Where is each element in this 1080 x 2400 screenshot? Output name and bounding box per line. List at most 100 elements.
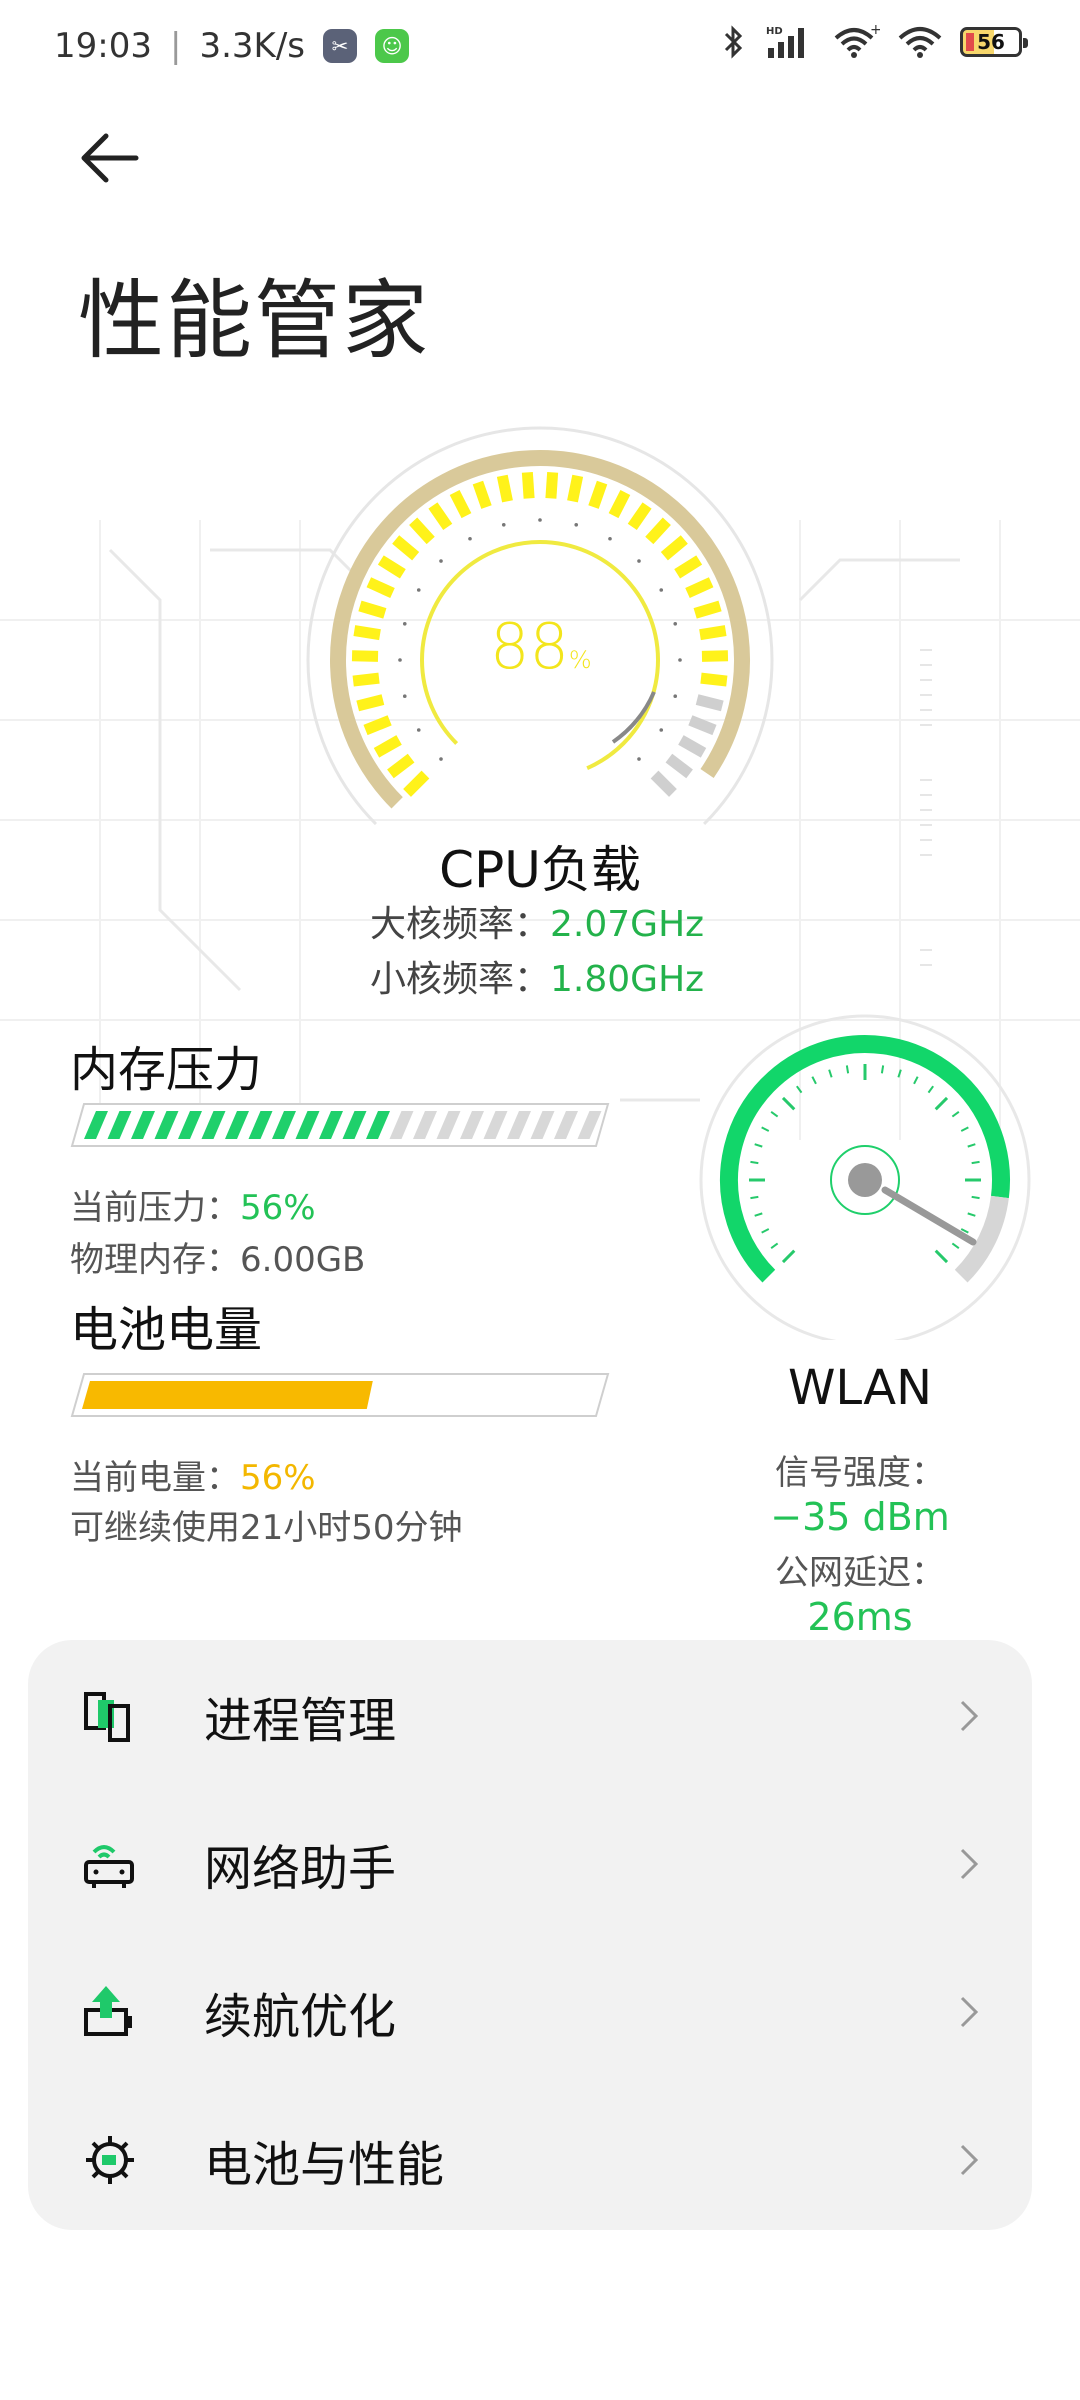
physical-memory-value: 6.00GB — [240, 1240, 366, 1280]
wlan-gauge-tick — [754, 1212, 763, 1217]
cpu-gauge-segment — [377, 555, 406, 579]
menu-item-label: 电池与性能 — [204, 2137, 445, 2193]
android-notification-icon: ☺ — [375, 29, 409, 63]
wlan-gauge-tick — [750, 1160, 759, 1165]
menu-item-process-management[interactable]: 进程管理 — [28, 1642, 1032, 1790]
status-right: HD + 56 — [722, 24, 1028, 60]
latency-label: 公网延迟： — [775, 1553, 945, 1593]
cpu-gauge-segment — [356, 694, 385, 712]
cpu-gauge-dot — [416, 588, 421, 592]
cpu-gauge-segment — [373, 735, 402, 758]
cpu-gauge-segment — [403, 770, 430, 797]
wlan-gauge-tick — [927, 1085, 934, 1094]
wlan-gauge-tick — [951, 1111, 960, 1118]
cpu-gauge-segment — [428, 502, 453, 530]
menu-item-endurance-optimization[interactable]: 续航优化 — [28, 1938, 1032, 2086]
cpu-gauge-segment — [660, 535, 688, 561]
battery-level-label: 当前电量： — [70, 1458, 240, 1498]
cpu-gauge-segment — [545, 472, 559, 499]
cpu-gauge-segment — [695, 694, 724, 712]
memory-pressure-title: 内存压力 — [70, 1042, 263, 1098]
cpu-gauge-dot — [439, 559, 443, 563]
latency-value: 26ms — [807, 1595, 913, 1639]
menu-item-label: 续航优化 — [204, 1989, 397, 2045]
wlan-gauge-tick — [754, 1143, 763, 1148]
cpu-gauge-dot — [678, 658, 682, 662]
cpu-gauge-segment — [358, 600, 387, 619]
wlan-gauge-tick — [781, 1096, 796, 1111]
cpu-gauge-dot — [608, 536, 612, 541]
chevron-right-icon — [960, 1996, 979, 2028]
cpu-gauge-segment — [352, 672, 380, 687]
big-core-value: 2.07GHz — [550, 904, 705, 945]
tools-menu-card: 进程管理 网络助手 续航优化 电池与性能 — [28, 1640, 1032, 2230]
cpu-gauge-segment — [472, 480, 492, 509]
status-left: 19:03 | 3.3K/s ✂ ☺ — [54, 26, 409, 66]
wlan-gauge-tick — [781, 1249, 796, 1264]
cpu-gauge-segment — [627, 502, 652, 530]
wifi-icon — [898, 27, 942, 58]
cpu-gauge-dot — [402, 694, 407, 699]
cpu-gauge-segment — [699, 625, 727, 641]
cpu-gauge-dot — [439, 757, 443, 761]
menu-item-battery-performance[interactable]: 电池与性能 — [28, 2086, 1032, 2234]
cpu-gauge-segment — [387, 753, 415, 779]
cpu-gauge-segment — [674, 555, 703, 579]
page-title: 性能管家 — [78, 271, 430, 371]
wlan-gauge-tick — [934, 1249, 949, 1264]
wlan-gauge-tick — [845, 1065, 850, 1074]
wlan-gauge-tick — [770, 1111, 779, 1118]
battery-boost-icon — [84, 1986, 132, 2036]
wifi-plus-icon: + — [834, 24, 880, 58]
bluetooth-icon — [724, 25, 743, 59]
cpu-gauge-dot — [637, 559, 641, 563]
wlan-gauge-tick — [811, 1076, 817, 1085]
cpu-gauge-segment — [665, 753, 693, 779]
signal-strength-value: −35 dBm — [770, 1495, 950, 1539]
app-notification-icon: ✂ — [323, 29, 357, 63]
small-core-frequency: 小核频率：1.80GHz — [370, 950, 704, 1002]
cpu-gauge-segment — [363, 715, 392, 736]
cpu-gauge-segment — [693, 600, 722, 619]
cpu-gauge-segment — [700, 672, 728, 687]
gear-icon — [86, 2136, 134, 2184]
wlan-gauge-tick — [750, 1195, 759, 1200]
battery-level-title: 电池电量 — [70, 1302, 263, 1358]
battery-status-icon: 56 — [960, 27, 1028, 57]
cpu-gauge-dot — [468, 536, 472, 541]
cpu-gauge-segment — [567, 474, 584, 503]
small-core-label: 小核频率： — [370, 959, 551, 1000]
cpu-gauge-segment — [650, 770, 677, 797]
wlan-gauge-tick — [951, 1242, 960, 1249]
battery-level-fill — [82, 1381, 373, 1409]
wlan-gauge-tick — [971, 1195, 980, 1200]
wlan-gauge-tick — [770, 1242, 779, 1249]
wlan-gauge-tick — [971, 1160, 980, 1165]
cpu-gauge-segment — [678, 735, 707, 758]
cpu-gauge-segment — [645, 517, 671, 545]
cpu-gauge-dot — [402, 621, 407, 626]
cpu-gauge-segment — [588, 480, 608, 509]
memory-pressure-value: 56% — [240, 1188, 316, 1228]
back-button[interactable] — [74, 128, 144, 188]
wlan-gauge-tick — [761, 1228, 770, 1234]
chevron-right-icon — [960, 1848, 979, 1880]
cpu-gauge-segment — [701, 650, 729, 662]
svg-text:HD: HD — [766, 26, 783, 37]
big-core-frequency: 大核频率：2.07GHz — [370, 895, 704, 947]
process-icon — [84, 1692, 130, 1742]
cpu-gauge-dot — [673, 694, 678, 699]
wlan-signal-gauge — [699, 1014, 1031, 1340]
cpu-gauge-dot — [637, 757, 641, 761]
network-speed: 3.3K/s — [199, 26, 305, 66]
physical-memory-label: 物理内存： — [70, 1240, 240, 1280]
cpu-gauge-segment — [608, 489, 631, 519]
wlan-gauge-tick — [796, 1085, 803, 1094]
wlan-gauge-tick — [897, 1069, 902, 1078]
cpu-gauge-segment — [688, 715, 717, 736]
cpu-gauge-segment — [685, 577, 714, 599]
cpu-gauge-segment — [392, 535, 420, 561]
cpu-gauge-dot — [538, 518, 542, 522]
network-icon — [84, 1845, 134, 1888]
menu-item-network-assistant[interactable]: 网络助手 — [28, 1790, 1032, 1938]
